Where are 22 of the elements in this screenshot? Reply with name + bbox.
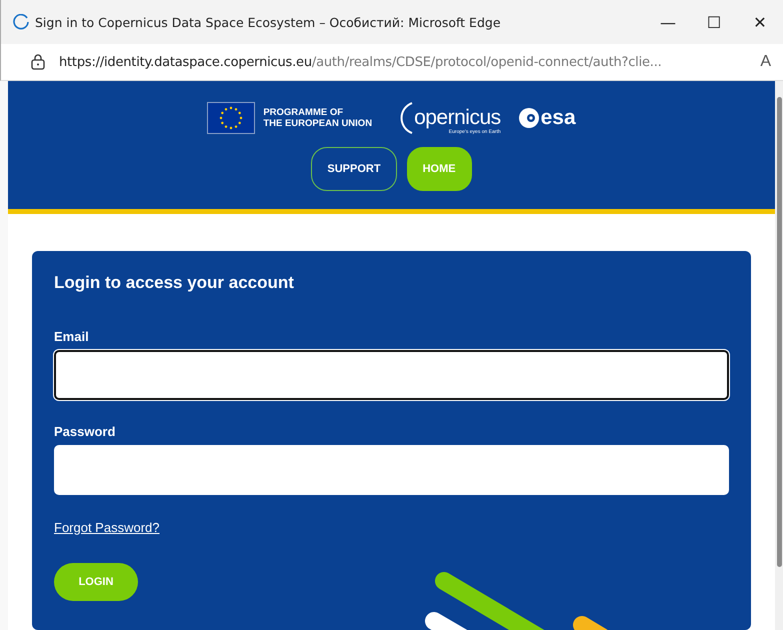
eu-flag-icon — [207, 102, 256, 134]
window-control[interactable]: ✕ — [737, 12, 783, 32]
email-field[interactable] — [54, 350, 729, 400]
password-field[interactable] — [54, 445, 729, 495]
window-title: Sign in to Copernicus Data Space Ecosystem – Особистий: Microsoft Edge — [35, 14, 502, 30]
loading-icon — [13, 14, 29, 30]
window-control[interactable]: — — [645, 12, 691, 32]
login-title: Login to access your account — [54, 273, 295, 293]
swoosh-icon — [398, 101, 414, 135]
read-aloud-button[interactable]: A — [760, 53, 771, 71]
copernicus-logo: opernicus — [414, 106, 501, 129]
field-label: Email — [54, 329, 89, 344]
field-label: Password — [54, 424, 116, 439]
url-text[interactable]: https://identity.dataspace.copernicus.eu/auth/realms/CDSE/protocol/openid-connect/auth?clie... — [59, 54, 760, 70]
lock-icon — [31, 54, 45, 70]
esa-logo: esa — [540, 106, 576, 130]
eu-programme-text: PROGRAMME OF THE EUROPEAN UNION — [263, 107, 372, 129]
nav-button[interactable]: SUPPORT — [311, 147, 397, 191]
forgot-password-link[interactable]: Forgot Password? — [54, 520, 160, 535]
window-control[interactable]: ☐ — [691, 12, 737, 32]
esa-emblem-icon — [518, 108, 539, 128]
scrollbar-thumb[interactable] — [777, 97, 782, 567]
